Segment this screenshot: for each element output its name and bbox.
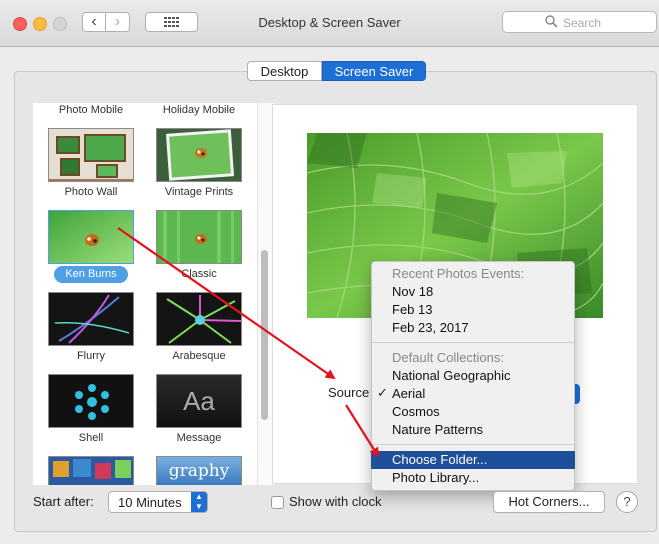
photo-wall-thumbnail [49,129,133,181]
saver-label-shell: Shell [78,432,104,444]
saver-thumb-word-of-the-day[interactable]: graphy [156,456,242,485]
shell-thumbnail [49,375,133,427]
saver-label-photo-wall: Photo Wall [64,186,118,198]
menu-separator [372,342,574,343]
saver-thumb-photo-wall[interactable] [48,128,134,182]
saver-label-message: Message [176,432,222,444]
hot-corners-button[interactable]: Hot Corners... [493,491,605,513]
saver-thumb-shell[interactable] [48,374,134,428]
saver-thumb-ken-burns[interactable] [48,210,134,264]
show-with-clock-checkbox[interactable] [271,496,284,509]
menu-item-nature-patterns[interactable]: Nature Patterns [392,422,483,437]
saver-label-photo-mobile: Photo Mobile [58,104,124,116]
saver-thumb-classic[interactable] [156,210,242,264]
menu-item-cosmos[interactable]: Cosmos [392,404,440,419]
scrollbar-thumb[interactable] [261,250,268,420]
menu-header-default-collections: Default Collections: [392,350,504,365]
arabesque-thumbnail [157,293,241,345]
start-after-label: Start after: [33,494,94,509]
start-after-value: 10 Minutes [118,495,182,510]
search-field[interactable]: Search [502,11,657,33]
vintage-prints-thumbnail [157,129,241,181]
saver-label-arabesque: Arabesque [172,350,226,362]
classic-thumbnail [157,211,241,263]
search-placeholder: Search [563,16,602,30]
menu-item-photo-library[interactable]: Photo Library... [392,470,479,485]
source-label: Source [328,385,370,400]
word-thumb-text: graphy [168,461,230,481]
saver-label-ken-burns: Ken Burns [54,266,128,283]
tab-screen-saver[interactable]: Screen Saver [322,61,426,81]
help-button[interactable]: ? [616,491,638,513]
menu-item-national-geographic[interactable]: National Geographic [392,368,511,383]
saver-label-flurry: Flurry [76,350,106,362]
start-after-popup[interactable]: 10 Minutes ▲ ▼ [108,491,208,513]
flurry-thumbnail [49,293,133,345]
saver-label-classic: Classic [181,268,217,280]
menu-item-event-3[interactable]: Feb 23, 2017 [392,320,469,335]
saver-thumb-album-artwork[interactable] [48,456,134,485]
saver-thumb-message[interactable]: Aa [156,374,242,428]
menu-separator [372,444,574,445]
search-icon [545,15,558,28]
saver-label-vintage-prints: Vintage Prints [164,186,234,198]
album-artwork-thumbnail [49,457,133,485]
tab-desktop[interactable]: Desktop [247,61,322,81]
saver-thumb-arabesque[interactable] [156,292,242,346]
menu-item-event-2[interactable]: Feb 13 [392,302,432,317]
message-thumb-text: Aa [183,386,215,416]
menu-item-aerial[interactable]: Aerial [392,386,425,401]
updown-arrows-icon: ▲ ▼ [191,492,207,512]
saver-label-holiday-mobile: Holiday Mobile [162,104,236,116]
show-with-clock-label[interactable]: Show with clock [289,494,381,509]
saver-thumb-flurry[interactable] [48,292,134,346]
ken-burns-thumbnail [49,211,133,263]
menu-item-event-1[interactable]: Nov 18 [392,284,433,299]
menu-item-choose-folder[interactable]: Choose Folder... [392,452,487,467]
menu-header-recent-events: Recent Photos Events: [392,266,525,281]
saver-thumb-vintage-prints[interactable] [156,128,242,182]
checkmark-icon: ✓ [377,385,388,400]
